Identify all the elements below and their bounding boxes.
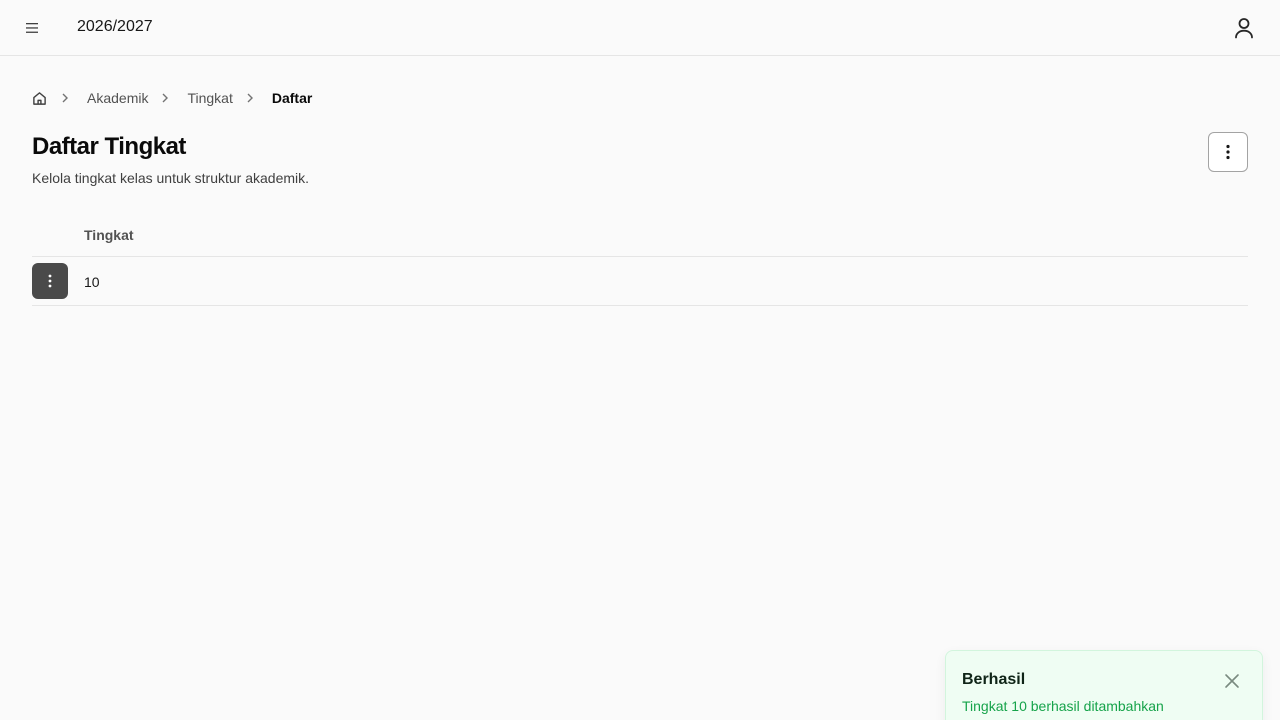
home-icon — [33, 91, 46, 105]
user-menu-button[interactable] — [1228, 12, 1260, 44]
toast-message: Tingkat 10 berhasil ditambahkan — [962, 698, 1164, 714]
more-vertical-icon — [48, 274, 52, 288]
user-icon — [1235, 18, 1253, 39]
tingkat-table: Tingkat 10 — [32, 210, 1248, 306]
breadcrumb-item-daftar: Daftar — [271, 90, 313, 106]
chevron-right-icon — [61, 91, 75, 105]
top-bar: 2026/2027 — [0, 0, 1280, 56]
academic-year-label: 2026/2027 — [77, 18, 153, 35]
breadcrumb-item-tingkat[interactable]: Tingkat — [187, 90, 232, 106]
hamburger-icon — [26, 23, 38, 33]
table-row: 10 — [32, 257, 1248, 306]
toast-title: Berhasil — [962, 671, 1026, 688]
breadcrumb-home[interactable] — [32, 90, 48, 106]
breadcrumb: Akademik Tingkat Daftar — [32, 88, 312, 108]
chevron-right-icon — [246, 91, 260, 105]
more-vertical-icon — [1226, 144, 1230, 160]
table-header: Tingkat — [32, 210, 1248, 257]
page-title: Daftar Tingkat — [32, 133, 186, 160]
row-actions-button[interactable] — [32, 263, 68, 299]
page-actions-button[interactable] — [1208, 132, 1248, 172]
breadcrumb-item-akademik[interactable]: Akademik — [87, 90, 148, 106]
toast-close-button[interactable] — [1220, 669, 1244, 693]
chevron-right-icon — [161, 91, 175, 105]
column-header-tingkat: Tingkat — [84, 227, 134, 243]
cell-tingkat: 10 — [84, 274, 100, 290]
close-icon — [1225, 674, 1239, 688]
menu-button[interactable] — [16, 12, 48, 44]
success-toast: Berhasil Tingkat 10 berhasil ditambahkan — [945, 650, 1263, 720]
page-description: Kelola tingkat kelas untuk struktur akad… — [32, 170, 310, 186]
